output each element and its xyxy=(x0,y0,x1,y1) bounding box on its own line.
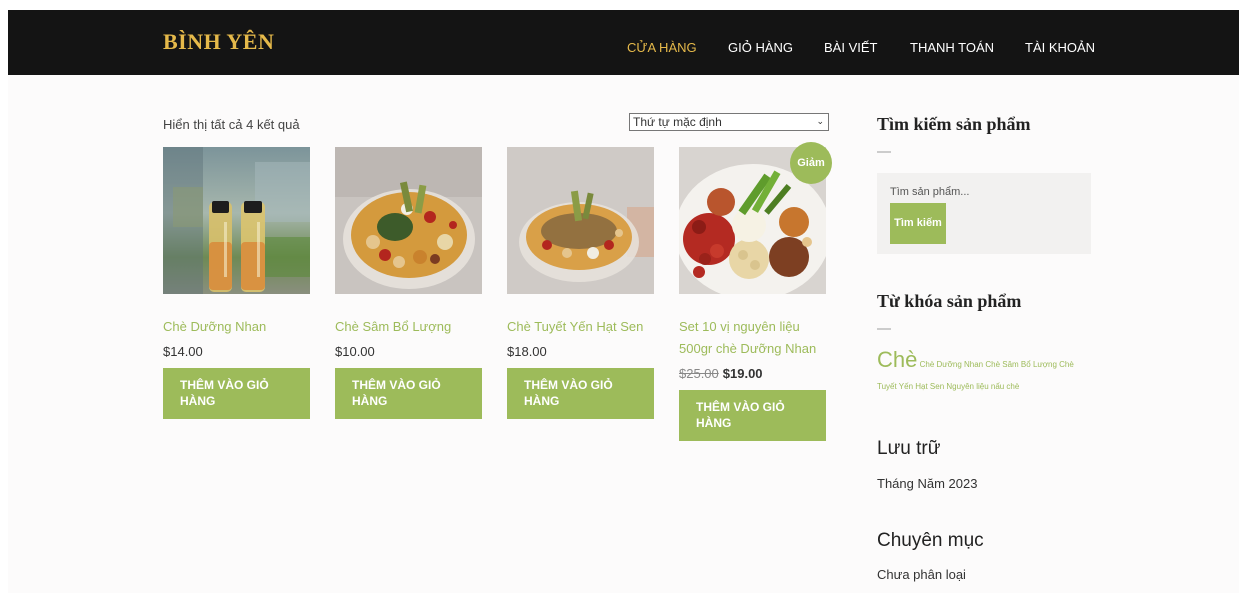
chevron-down-icon: ⌄ xyxy=(816,116,824,126)
product-name[interactable]: Chè Tuyết Yến Hạt Sen xyxy=(507,316,654,338)
product-card: Chè Sâm Bổ Lượng $10.00 THÊM VÀO GIỎ HÀN… xyxy=(335,147,482,419)
old-price: $25.00 xyxy=(679,366,719,381)
product-name[interactable]: Set 10 vị nguyên liệu 500gr chè Dưỡng Nh… xyxy=(679,316,826,360)
search-button[interactable]: Tìm kiếm xyxy=(890,203,946,244)
add-to-cart-button[interactable]: THÊM VÀO GIỎ HÀNG xyxy=(679,390,826,441)
add-to-cart-button[interactable]: THÊM VÀO GIỎ HÀNG xyxy=(335,368,482,419)
nav-item-checkout[interactable]: THANH TOÁN xyxy=(910,40,994,55)
product-image[interactable] xyxy=(163,147,310,294)
product-price: $18.00 xyxy=(507,344,547,359)
archives-widget-title: Lưu trữ xyxy=(877,438,941,459)
result-count: Hiển thị tất cả 4 kết quả xyxy=(163,117,300,132)
site-header: BÌNH YÊN CỬA HÀNG GIỎ HÀNG BÀI VIẾT THAN… xyxy=(8,10,1239,75)
sale-badge: Giảm xyxy=(790,142,832,184)
title-divider xyxy=(877,328,891,330)
tag-link[interactable]: Chè xyxy=(877,347,917,372)
category-link[interactable]: Chưa phân loại xyxy=(877,567,966,582)
nav-item-cart[interactable]: GIỎ HÀNG xyxy=(728,40,793,55)
page: BÌNH YÊN CỬA HÀNG GIỎ HÀNG BÀI VIẾT THAN… xyxy=(8,10,1239,593)
archive-link[interactable]: Tháng Năm 2023 xyxy=(877,476,977,491)
product-price: $25.00 $19.00 xyxy=(679,366,826,381)
site-logo[interactable]: BÌNH YÊN xyxy=(163,29,274,55)
product-card: Giảm Set 10 vị nguyên liệu 500gr chè Dưỡ… xyxy=(679,142,832,441)
product-card: Chè Tuyết Yến Hạt Sen $18.00 THÊM VÀO GI… xyxy=(507,147,654,419)
tags-widget-title: Từ khóa sản phẩm xyxy=(877,291,1022,311)
product-card: Chè Dưỡng Nhan $14.00 THÊM VÀO GIỎ HÀNG xyxy=(163,147,310,419)
search-input[interactable]: Tìm sản phẩm... xyxy=(890,186,969,198)
tag-cloud: Chè Chè Dưỡng Nhan Chè Sâm Bổ Lượng Chè … xyxy=(877,349,1092,398)
nav-item-shop[interactable]: CỬA HÀNG xyxy=(627,40,697,55)
tag-link[interactable]: Nguyên liệu nấu chè xyxy=(946,382,1019,391)
product-image[interactable] xyxy=(335,147,482,294)
product-name[interactable]: Chè Dưỡng Nhan xyxy=(163,316,310,338)
sale-price: $19.00 xyxy=(722,366,763,381)
title-divider xyxy=(877,151,891,153)
product-price: $10.00 xyxy=(335,344,375,359)
orderby-select[interactable]: Thứ tự mặc định ⌄ xyxy=(629,113,829,131)
search-widget-title: Tìm kiếm sản phẩm xyxy=(877,114,1031,134)
tag-link[interactable]: Chè Sâm Bổ Lượng xyxy=(985,360,1057,369)
nav-item-account[interactable]: TÀI KHOẢN xyxy=(1025,40,1095,55)
product-price: $14.00 xyxy=(163,344,203,359)
product-search-form: Tìm sản phẩm... Tìm kiếm xyxy=(877,173,1091,254)
product-image[interactable] xyxy=(507,147,654,294)
product-name[interactable]: Chè Sâm Bổ Lượng xyxy=(335,316,482,338)
add-to-cart-button[interactable]: THÊM VÀO GIỎ HÀNG xyxy=(163,368,310,419)
categories-widget-title: Chuyên mục xyxy=(877,530,984,551)
add-to-cart-button[interactable]: THÊM VÀO GIỎ HÀNG xyxy=(507,368,654,419)
nav-item-posts[interactable]: BÀI VIẾT xyxy=(824,40,877,55)
tag-link[interactable]: Chè Dưỡng Nhan xyxy=(920,360,984,369)
orderby-value: Thứ tự mặc định xyxy=(633,115,722,129)
